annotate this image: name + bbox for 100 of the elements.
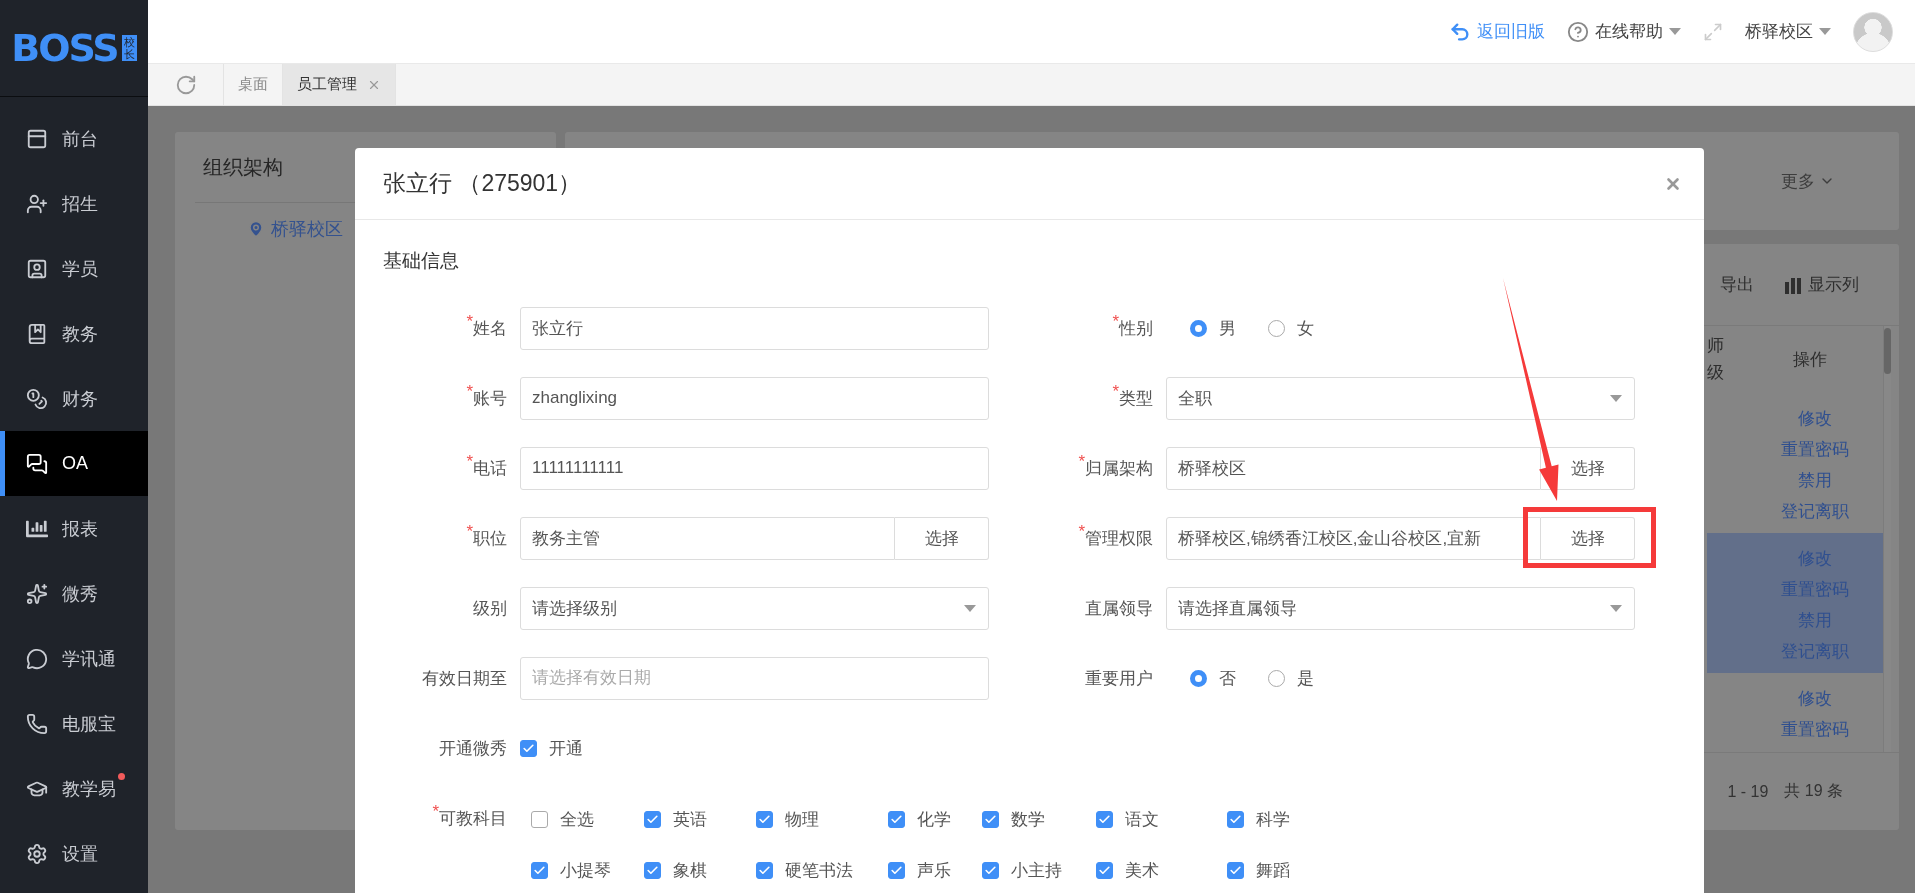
checkbox[interactable] (1096, 810, 1113, 828)
refresh-icon[interactable] (174, 73, 197, 96)
field-label: 有效日期至 (422, 667, 507, 690)
radio-button[interactable] (1268, 669, 1285, 687)
sidebar-item[interactable]: 报表 (0, 496, 148, 561)
help-icon (1567, 20, 1589, 43)
sidebar-item[interactable]: 学讯通 (0, 626, 148, 691)
sidebar-item[interactable]: 学员 (0, 236, 148, 301)
option-label: 硬笔书法 (785, 859, 853, 882)
required-mark: * (1078, 454, 1085, 469)
option-label: 象棋 (673, 859, 707, 882)
check-icon (758, 863, 771, 877)
check-icon (646, 863, 659, 877)
field-label: 姓名 (473, 317, 507, 340)
field-label: 账号 (473, 387, 507, 410)
chat-bubbles-icon (26, 452, 48, 475)
section-title: 基础信息 (383, 249, 460, 273)
input-field[interactable]: 教务主管 (520, 516, 895, 560)
checkbox[interactable] (520, 739, 537, 757)
sidebar-item[interactable]: 招生 (0, 171, 148, 236)
caret-icon (1610, 604, 1622, 612)
field-label: 电话 (473, 457, 507, 480)
checkbox[interactable] (644, 810, 661, 828)
checkbox[interactable] (982, 810, 999, 828)
sidebar-item[interactable]: 设置 (0, 821, 148, 886)
field-label: 性别 (1119, 318, 1153, 340)
required-mark: * (466, 454, 473, 469)
option-label: 全选 (560, 808, 594, 831)
book-icon (26, 322, 48, 345)
option-label: 小提琴 (560, 859, 611, 882)
check-icon (646, 812, 659, 826)
option-label: 物理 (785, 808, 819, 831)
check-icon (522, 741, 535, 755)
field-label: 归属架构 (1085, 457, 1153, 480)
sidebar-item[interactable]: 教务 (0, 301, 148, 366)
checkbox[interactable] (1096, 861, 1113, 879)
checkbox[interactable] (1227, 810, 1244, 828)
columns-button[interactable]: 显示列 (1784, 273, 1859, 296)
checkbox[interactable] (644, 861, 661, 879)
checkbox[interactable] (756, 861, 773, 879)
phone-icon (26, 712, 48, 735)
checkbox[interactable] (756, 810, 773, 828)
avatar[interactable] (1853, 11, 1893, 52)
radio-button[interactable] (1268, 319, 1285, 337)
input-field[interactable]: 11111111111 (520, 446, 989, 490)
checkbox[interactable] (982, 861, 999, 879)
help-link[interactable]: 在线帮助 (1567, 20, 1681, 43)
sidebar-item[interactable]: 电服宝 (0, 691, 148, 756)
bars-icon (1784, 275, 1802, 294)
sidebar-item[interactable]: 前台 (0, 106, 148, 171)
select-button[interactable]: 选择 (895, 516, 989, 560)
logo-text: BOSS (11, 26, 118, 70)
campus-menu[interactable]: 桥驿校区 (1745, 20, 1831, 43)
check-icon (1229, 863, 1242, 877)
option-label: 女 (1297, 317, 1314, 340)
checkbox[interactable] (888, 861, 905, 879)
field-label: 级别 (473, 597, 507, 620)
checkbox[interactable] (1227, 861, 1244, 879)
tab[interactable]: 员工管理 (283, 64, 396, 105)
checkbox[interactable] (531, 861, 548, 879)
scrollbar[interactable] (1883, 326, 1891, 752)
select-field[interactable]: 请选择直属领导 (1166, 586, 1635, 630)
sparkle-icon (26, 582, 48, 605)
coins-icon (26, 387, 48, 410)
input-field[interactable]: zhanglixing (520, 376, 989, 420)
input-field[interactable]: 桥驿校区 (1166, 446, 1541, 490)
checkbox[interactable] (531, 810, 548, 828)
required-mark: * (432, 805, 439, 819)
field-label: 重要用户 (1085, 667, 1153, 690)
window-icon (26, 127, 48, 150)
option-label: 小主持 (1011, 859, 1062, 882)
check-icon (1098, 863, 1111, 877)
radio-button[interactable] (1190, 319, 1207, 337)
field-label: 职位 (473, 528, 507, 550)
checkbox[interactable] (888, 810, 905, 828)
check-icon (533, 863, 546, 877)
select-button[interactable]: 选择 (1541, 516, 1635, 560)
sidebar-item[interactable]: 教学易 (0, 756, 148, 821)
required-mark: * (466, 314, 473, 329)
input-field[interactable]: 张立行 (520, 306, 989, 350)
sidebar-item[interactable]: OA (0, 431, 148, 496)
undo-icon (1449, 20, 1471, 43)
option-label: 美术 (1125, 859, 1159, 882)
export-button[interactable]: 导出 (1720, 273, 1754, 296)
required-mark: * (466, 524, 473, 539)
input-field[interactable]: 桥驿校区,锦绣香江校区,金山谷校区,宜新 (1166, 516, 1541, 560)
date-field[interactable]: 请选择有效日期 (520, 656, 989, 700)
required-mark: * (466, 384, 473, 399)
select-field[interactable]: 请选择级别 (520, 586, 989, 630)
required-mark: * (1112, 384, 1119, 399)
check-icon (1098, 812, 1111, 826)
select-field[interactable]: 全职 (1166, 376, 1635, 420)
option-label: 英语 (673, 808, 707, 831)
field-label: 直属领导 (1085, 597, 1153, 620)
option-label: 化学 (917, 808, 951, 831)
sidebar-item[interactable]: 财务 (0, 366, 148, 431)
caret-icon (1819, 28, 1831, 35)
radio-button[interactable] (1190, 669, 1207, 687)
location-pin-icon (247, 220, 265, 238)
sidebar-item[interactable]: 微秀 (0, 561, 148, 626)
